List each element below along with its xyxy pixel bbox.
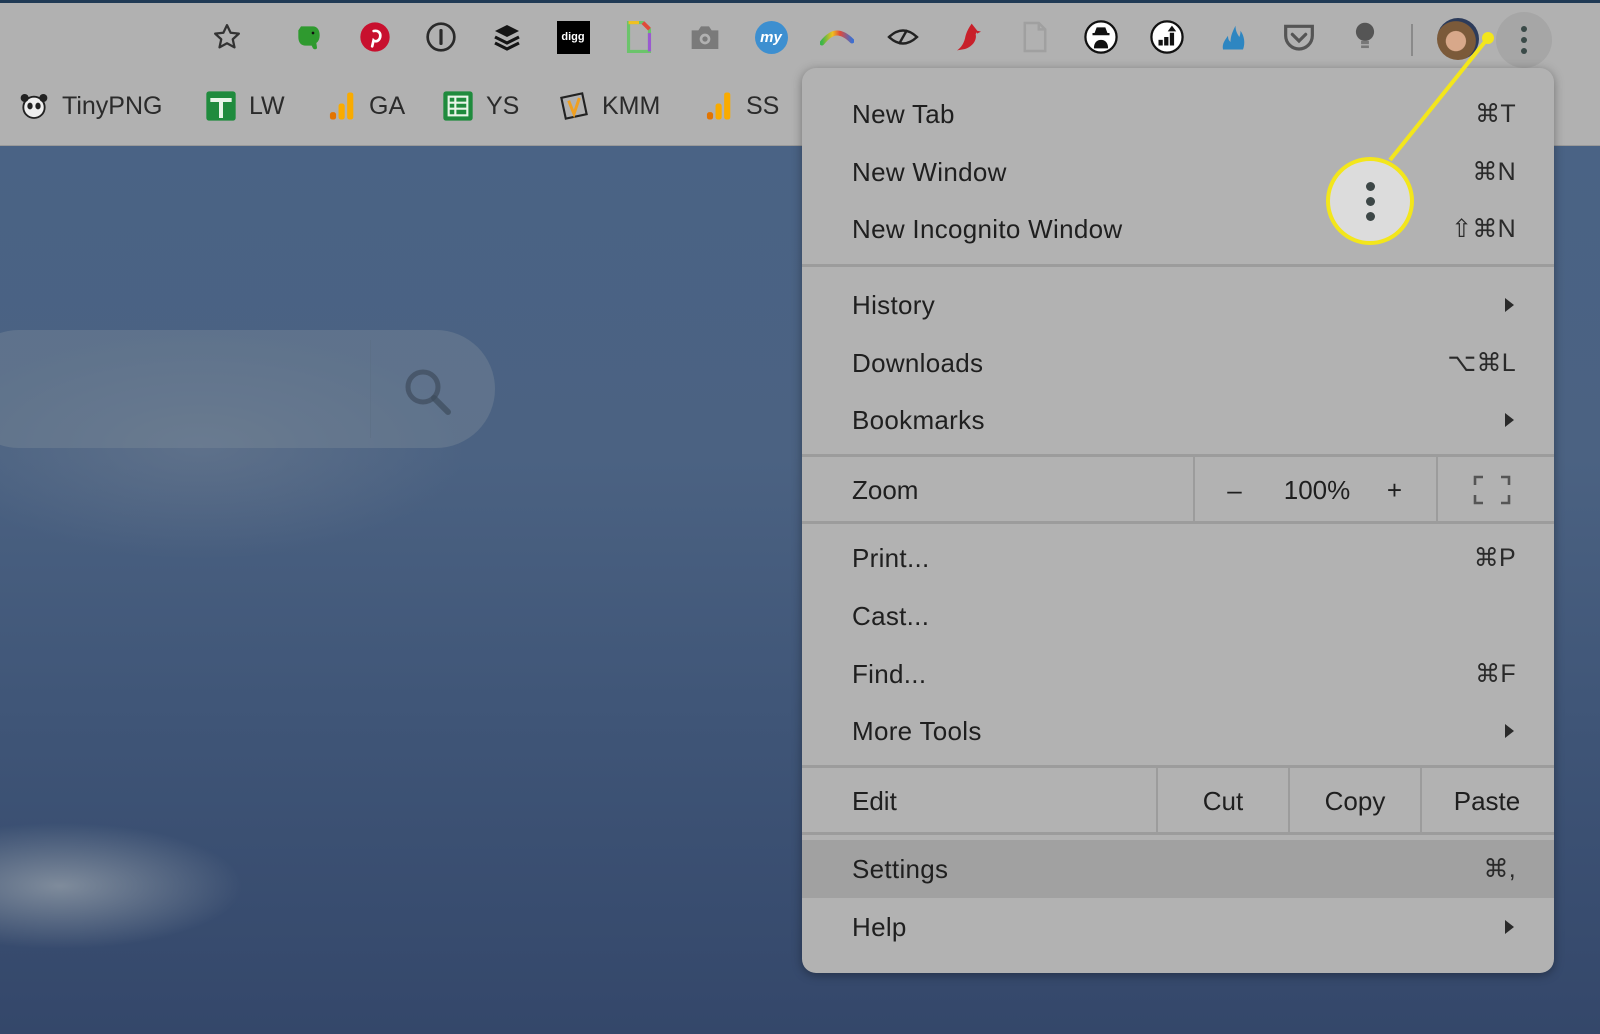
bookmark-kmm[interactable]: KMM [558,88,660,124]
menu-item-label: Bookmarks [852,404,985,435]
pinterest-icon[interactable] [358,20,392,54]
boomerang-icon[interactable] [820,20,854,54]
fullscreen-icon[interactable] [1462,457,1522,523]
spy-icon[interactable] [1084,20,1118,54]
bookmark-label: KMM [602,91,661,120]
menu-item-label: History [852,289,935,320]
menu-item-label: More Tools [852,715,982,746]
cardinal-bird-icon[interactable] [952,20,986,54]
zoom-level: 100% [1283,474,1351,505]
camera-icon[interactable] [688,20,722,54]
paste-button[interactable]: Paste [1422,768,1552,834]
zoom-out-button[interactable]: – [1212,457,1257,523]
profile-avatar[interactable] [1437,18,1479,60]
star-icon[interactable] [210,20,244,54]
blue-flame-icon[interactable] [1216,20,1250,54]
menu-item-new-window[interactable]: New Window ⌘N [802,143,1554,201]
menu-item-label: Help [852,911,907,942]
sheets-icon [442,90,474,122]
search-icon[interactable] [398,362,458,422]
bookmark-ss[interactable]: SS [702,88,779,124]
submenu-arrow-icon [1505,413,1514,427]
search-divider [370,340,371,438]
layers-icon[interactable] [490,20,524,54]
analytics-bars-icon [702,90,734,122]
green-sheet-icon [205,90,237,122]
copy-button[interactable]: Copy [1290,768,1420,834]
digg-icon[interactable]: digg [556,20,590,54]
menu-item-label: Downloads [852,347,984,378]
menu-item-downloads[interactable]: Downloads ⌥⌘L [802,334,1554,392]
lightbulb-icon[interactable] [1348,20,1382,54]
zoom-in-button[interactable]: + [1372,457,1417,523]
bookmark-label: LW [249,91,285,120]
zoom-divider [1436,457,1438,523]
menu-item-cast[interactable]: Cast... [802,587,1554,645]
bookmark-label: TinyPNG [62,91,163,120]
bookmark-label: SS [746,91,780,120]
bookmark-ga[interactable]: GA [325,88,405,124]
menu-item-print[interactable]: Print... ⌘P [802,529,1554,587]
edit-row: Edit Cut Copy Paste [802,768,1554,834]
menu-item-bookmarks[interactable]: Bookmarks [802,391,1554,449]
pencil-eye-icon[interactable] [886,20,920,54]
menu-item-label: Find... [852,658,927,689]
toolbar-separator [1411,24,1413,56]
menu-item-label: Settings [852,853,949,884]
menu-item-history[interactable]: History [802,276,1554,334]
menu-item-label: Cast... [852,600,930,631]
menu-separator [802,521,1554,524]
menu-item-label: New Tab [852,98,955,129]
menu-item-new-incognito-window[interactable]: New Incognito Window ⇧⌘N [802,200,1554,258]
shortcut-label: ⌘T [1475,100,1516,128]
colored-page-icon[interactable] [622,20,656,54]
shortcut-label: ⌘, [1483,855,1516,883]
shortcut-label: ⌥⌘L [1447,349,1516,377]
pocket-icon[interactable] [1282,20,1316,54]
zoom-row: Zoom – 100% + [802,457,1554,523]
1password-icon[interactable] [424,20,458,54]
my-badge-icon[interactable]: my [754,20,788,54]
menu-item-more-tools[interactable]: More Tools [802,702,1554,760]
bookmark-ys[interactable]: YS [442,88,519,124]
menu-item-new-tab[interactable]: New Tab ⌘T [802,85,1554,143]
kmm-icon [558,90,590,122]
shortcut-label: ⇧⌘N [1451,215,1516,243]
growth-chart-icon[interactable] [1150,20,1184,54]
panda-icon [18,90,50,122]
chrome-main-menu: New Tab ⌘T New Window ⌘N New Incognito W… [802,68,1554,973]
shortcut-label: ⌘N [1472,158,1516,186]
cut-button[interactable]: Cut [1158,768,1288,834]
menu-separator [802,832,1554,835]
bookmark-tinypng[interactable]: TinyPNG [18,88,162,124]
shortcut-label: ⌘F [1475,660,1516,688]
menu-item-settings[interactable]: Settings ⌘, [802,840,1554,898]
kebab-menu-icon[interactable] [1496,12,1552,68]
analytics-bars-icon [325,90,357,122]
submenu-arrow-icon [1505,298,1514,312]
shortcut-label: ⌘P [1473,544,1516,572]
menu-item-label: Print... [852,542,930,573]
bookmark-label: GA [369,91,406,120]
annotation-callout-kebab-icon [1326,157,1414,245]
submenu-arrow-icon [1505,920,1514,934]
edit-label: Edit [852,785,897,816]
menu-item-find[interactable]: Find... ⌘F [802,645,1554,703]
blank-page-icon[interactable] [1018,20,1052,54]
menu-separator [802,264,1554,267]
elephant-icon[interactable] [292,20,326,54]
zoom-divider [1193,457,1195,523]
bookmark-label: YS [486,91,520,120]
submenu-arrow-icon [1505,724,1514,738]
zoom-label: Zoom [852,474,919,505]
menu-item-help[interactable]: Help [802,898,1554,956]
bookmark-lw[interactable]: LW [205,88,285,124]
